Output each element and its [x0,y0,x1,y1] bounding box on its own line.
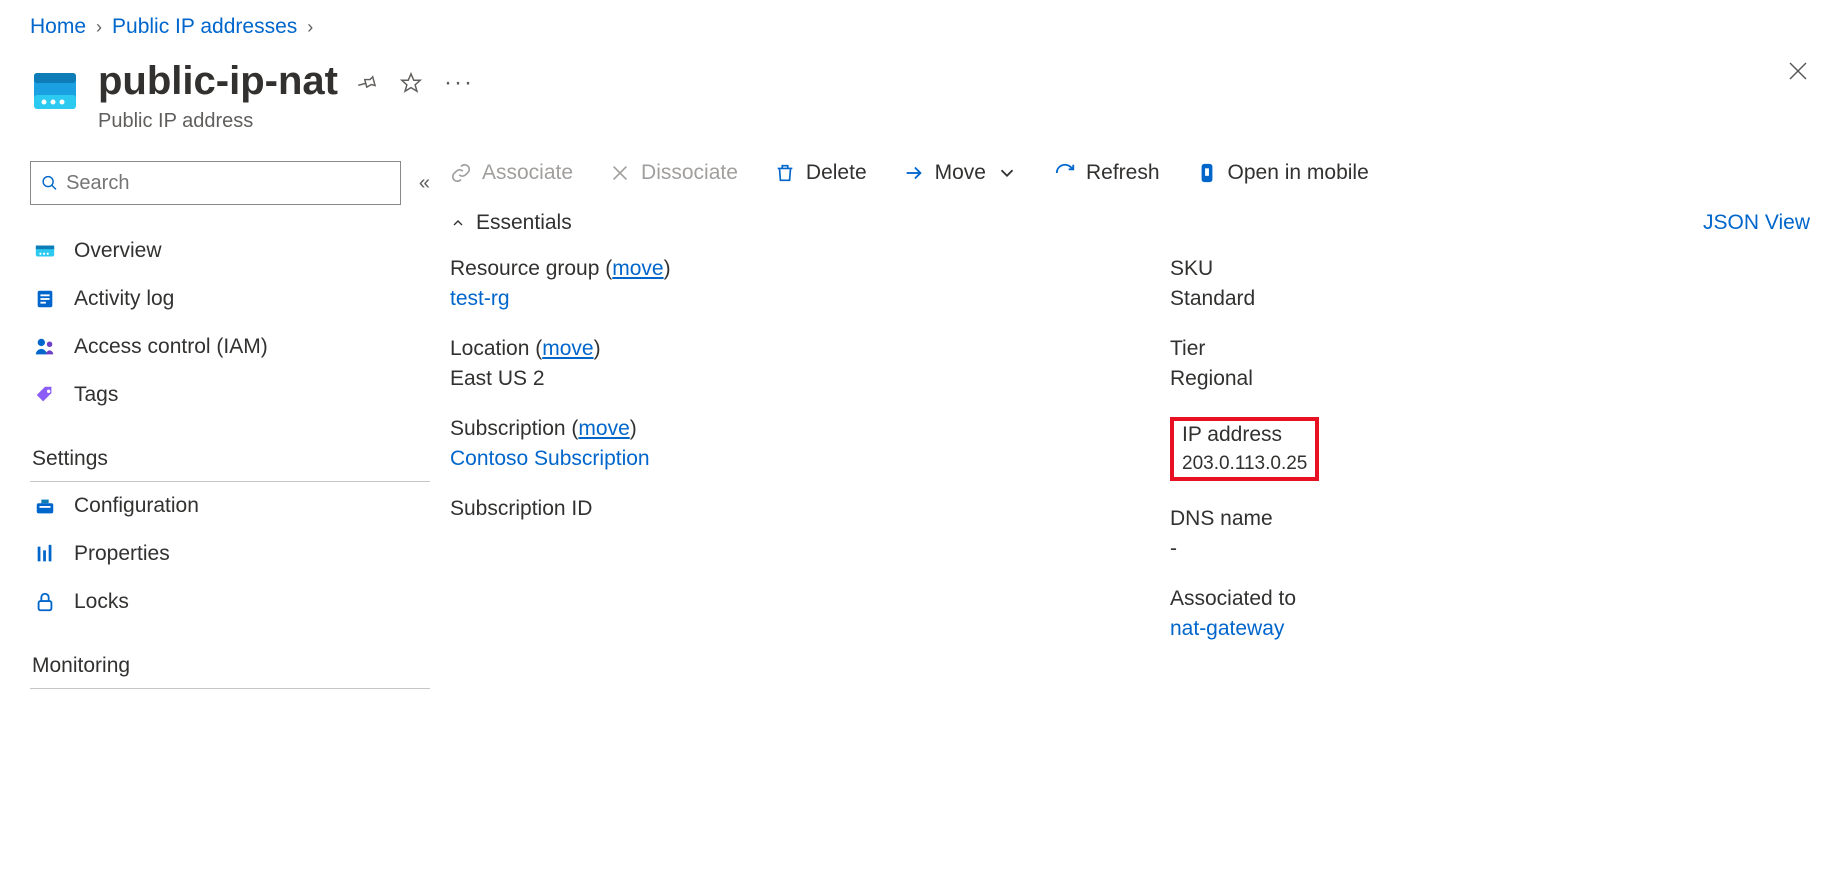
tags-icon [32,384,58,406]
properties-icon [32,543,58,565]
title-block: public-ip-nat Public IP address [98,59,338,133]
trash-icon [774,162,796,184]
location-value: East US 2 [450,367,1090,391]
sidebar-item-label: Locks [74,590,129,614]
search-icon [41,174,58,192]
x-icon [609,162,631,184]
toolbar-label: Move [935,161,986,185]
dns-name-value: - [1170,537,1810,561]
sidebar-item-access-control[interactable]: Access control (IAM) [30,323,430,371]
field-associated-to: Associated to nat-gateway [1170,587,1810,641]
open-in-mobile-button[interactable]: Open in mobile [1196,161,1369,185]
section-header-settings: Settings [30,429,430,482]
activity-log-icon [32,288,58,310]
chevron-right-icon: › [96,17,102,38]
toolbar-label: Refresh [1086,161,1160,185]
sidebar-search[interactable] [30,161,401,205]
page-title: public-ip-nat [98,59,338,104]
chevron-down-icon [996,162,1018,184]
dissociate-button: Dissociate [609,161,738,185]
sidebar-item-label: Configuration [74,494,199,518]
field-dns-name: DNS name - [1170,507,1810,561]
toolbar-label: Open in mobile [1228,161,1369,185]
essentials-left-column: Resource group (move) test-rg Location (… [450,257,1090,641]
pin-icon[interactable] [356,72,378,94]
lock-icon [32,591,58,613]
mobile-icon [1196,162,1218,184]
ip-address-highlight: IP address 203.0.113.0.25 [1170,417,1319,481]
field-ip-address: IP address 203.0.113.0.25 [1182,423,1307,475]
page-subtitle: Public IP address [98,110,338,133]
sidebar-item-properties[interactable]: Properties [30,530,430,578]
toolbar-label: Delete [806,161,867,185]
resource-header: public-ip-nat Public IP address ··· [30,59,1810,133]
sidebar-item-configuration[interactable]: Configuration [30,482,430,530]
subscription-move-link[interactable]: move [578,417,629,440]
overview-icon [32,240,58,262]
sidebar-item-label: Overview [74,239,162,263]
main-panel: Associate Dissociate Delete Move Refresh [450,161,1810,689]
sidebar: « Overview Activity log Access control (… [30,161,430,689]
link-icon [450,162,472,184]
refresh-button[interactable]: Refresh [1054,161,1160,185]
resource-group-value[interactable]: test-rg [450,287,510,310]
field-resource-group: Resource group (move) test-rg [450,257,1090,311]
sidebar-item-label: Access control (IAM) [74,335,268,359]
breadcrumb-home[interactable]: Home [30,15,86,39]
star-icon[interactable] [400,72,422,94]
essentials-toggle[interactable]: Essentials [450,211,572,235]
section-header-monitoring: Monitoring [30,636,430,689]
field-location: Location (move) East US 2 [450,337,1090,391]
sidebar-item-overview[interactable]: Overview [30,227,430,275]
configuration-icon [32,495,58,517]
json-view-link[interactable]: JSON View [1703,211,1810,235]
arrow-right-icon [903,162,925,184]
ip-address-value: 203.0.113.0.25 [1182,453,1307,475]
sku-value: Standard [1170,287,1810,311]
close-icon[interactable] [1786,59,1810,90]
breadcrumb: Home › Public IP addresses › [30,15,1810,39]
field-subscription: Subscription (move) Contoso Subscription [450,417,1090,471]
essentials-right-column: SKU Standard Tier Regional IP address 20… [1170,257,1810,641]
sidebar-item-activity-log[interactable]: Activity log [30,275,430,323]
command-bar: Associate Dissociate Delete Move Refresh [450,161,1810,211]
sidebar-item-locks[interactable]: Locks [30,578,430,626]
sidebar-item-label: Properties [74,542,170,566]
public-ip-resource-icon [30,65,80,115]
associate-button: Associate [450,161,573,185]
toolbar-label: Dissociate [641,161,738,185]
essentials-header: Essentials [476,211,572,235]
collapse-sidebar-icon[interactable]: « [419,172,430,195]
field-subscription-id: Subscription ID [450,497,1090,521]
toolbar-label: Associate [482,161,573,185]
sidebar-item-tags[interactable]: Tags [30,371,430,419]
chevron-up-icon [450,215,466,231]
refresh-icon [1054,162,1076,184]
search-input[interactable] [58,171,390,196]
resource-group-move-link[interactable]: move [612,257,663,280]
delete-button[interactable]: Delete [774,161,867,185]
breadcrumb-parent[interactable]: Public IP addresses [112,15,297,39]
subscription-value[interactable]: Contoso Subscription [450,447,650,470]
move-button[interactable]: Move [903,161,1018,185]
sidebar-item-label: Activity log [74,287,174,311]
chevron-right-icon: › [307,17,313,38]
more-icon[interactable]: ··· [444,69,474,97]
sidebar-item-label: Tags [74,383,118,407]
location-move-link[interactable]: move [542,337,593,360]
access-control-icon [32,336,58,358]
associated-to-value[interactable]: nat-gateway [1170,617,1284,640]
header-actions: ··· [356,69,474,97]
tier-value: Regional [1170,367,1810,391]
field-tier: Tier Regional [1170,337,1810,391]
field-sku: SKU Standard [1170,257,1810,311]
